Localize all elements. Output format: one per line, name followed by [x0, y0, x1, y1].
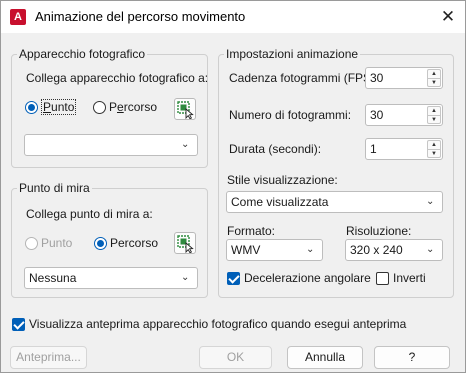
autocad-app-icon: A	[10, 9, 26, 25]
camera-preview-checkbox[interactable]	[12, 318, 25, 331]
preview-button[interactable]: Anteprima...	[10, 346, 87, 369]
format-label: Formato:	[227, 224, 276, 238]
camera-path-dropdown[interactable]: ⌄	[24, 134, 198, 156]
target-group-title: Punto di mira	[17, 181, 92, 195]
target-path-dropdown[interactable]: Nessuna ⌄	[24, 267, 198, 289]
target-radio-path[interactable]	[94, 237, 107, 250]
duration-spinner[interactable]: 1 ▲ ▼	[365, 138, 443, 160]
duration-label: Durata (secondi):	[229, 142, 322, 156]
frames-value: 30	[370, 108, 384, 122]
camera-link-label: Collega apparecchio fotografico a:	[26, 71, 209, 85]
visual-style-value: Come visualizzata	[231, 195, 329, 209]
frames-label: Numero di fotogrammi:	[229, 108, 352, 122]
camera-radio-point[interactable]	[25, 101, 38, 114]
camera-radio-path-label: Percorso	[109, 100, 158, 114]
target-dropdown-value: Nessuna	[29, 271, 77, 285]
visual-style-dropdown[interactable]: Come visualizzata ⌄	[226, 191, 443, 213]
reverse-checkbox[interactable]	[376, 272, 389, 285]
resolution-label: Risoluzione:	[346, 224, 412, 238]
camera-preview-label: Visualizza anteprima apparecchio fotogra…	[29, 317, 407, 331]
spinner-arrows-icon[interactable]: ▲ ▼	[427, 69, 441, 87]
close-icon[interactable]: ✕	[431, 1, 465, 33]
chevron-down-icon: ⌄	[181, 272, 190, 283]
animation-group-title: Impostazioni animazione	[224, 47, 361, 61]
ease-label: Decelerazione angolare	[244, 271, 371, 285]
frames-spinner[interactable]: 30 ▲ ▼	[365, 104, 443, 126]
title-bar: A Animazione del percorso movimento ✕	[1, 1, 465, 33]
resolution-dropdown[interactable]: 320 x 240 ⌄	[345, 239, 443, 261]
target-pick-button[interactable]	[174, 232, 196, 254]
ease-checkbox[interactable]	[227, 272, 240, 285]
camera-radio-path[interactable]	[93, 101, 106, 114]
spinner-arrows-icon[interactable]: ▲ ▼	[427, 140, 441, 158]
spinner-arrows-icon[interactable]: ▲ ▼	[427, 106, 441, 124]
select-object-icon	[177, 101, 194, 119]
ok-button[interactable]: OK	[199, 346, 272, 369]
target-radio-point[interactable]	[25, 237, 38, 250]
camera-group-title: Apparecchio fotografico	[17, 47, 148, 61]
cancel-button[interactable]: Annulla	[287, 346, 363, 369]
visual-style-label: Stile visualizzazione:	[227, 173, 338, 187]
dialog-window: A Animazione del percorso movimento ✕ Ap…	[0, 0, 466, 373]
select-object-icon	[177, 235, 194, 253]
format-value: WMV	[231, 243, 261, 257]
camera-radio-point-label: Punto	[40, 99, 77, 115]
chevron-down-icon: ⌄	[426, 244, 435, 255]
format-dropdown[interactable]: WMV ⌄	[226, 239, 323, 261]
duration-value: 1	[370, 142, 377, 156]
fps-label: Cadenza fotogrammi (FPS):	[229, 71, 379, 85]
target-radio-path-label: Percorso	[110, 236, 159, 250]
chevron-down-icon: ⌄	[426, 196, 435, 207]
reverse-label: Inverti	[393, 271, 426, 285]
resolution-value: 320 x 240	[350, 243, 403, 257]
window-title: Animazione del percorso movimento	[35, 9, 246, 24]
target-radio-point-label: Punto	[41, 236, 73, 250]
camera-pick-button[interactable]	[174, 98, 196, 120]
chevron-down-icon: ⌄	[306, 244, 315, 255]
target-link-label: Collega punto di mira a:	[26, 207, 153, 221]
help-button[interactable]: ?	[374, 346, 450, 369]
fps-value: 30	[370, 71, 384, 85]
chevron-down-icon: ⌄	[181, 139, 190, 150]
fps-spinner[interactable]: 30 ▲ ▼	[365, 67, 443, 89]
